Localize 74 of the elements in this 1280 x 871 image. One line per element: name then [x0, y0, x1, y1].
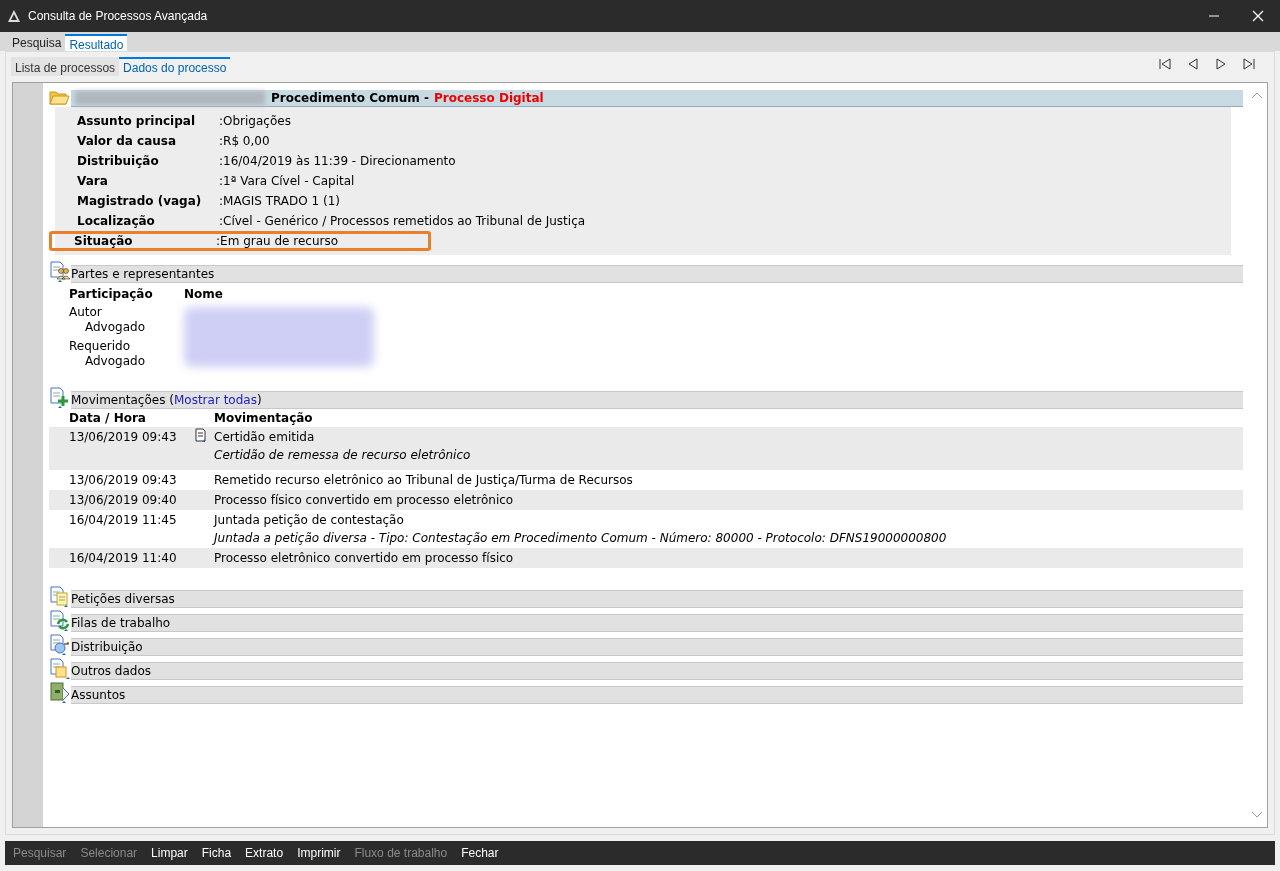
- date-cell-text: 13/06/2019 09:43: [69, 429, 178, 446]
- document-add-icon: [49, 387, 71, 409]
- tab[interactable]: Resultado: [65, 34, 128, 51]
- document-stack-icon: [49, 658, 71, 680]
- section-header[interactable]: Assuntos: [71, 686, 1243, 704]
- party-role: Advogado: [84, 354, 146, 369]
- footer-button[interactable]: Fechar: [461, 844, 499, 862]
- field-value: :16/04/2019 às 11:39 - Direcionamento: [219, 153, 456, 170]
- footer-button[interactable]: Limpar: [151, 844, 188, 862]
- field-value: :Cível - Genérico / Processos remetidos ao Tribunal de Justiça: [219, 213, 586, 230]
- date-cell-text: 16/04/2019 11:40: [69, 550, 178, 567]
- last-page-icon[interactable]: [1241, 56, 1257, 72]
- first-page-icon[interactable]: [1157, 56, 1173, 72]
- section-header[interactable]: Petições diversas: [71, 590, 1243, 608]
- app-logo-icon: [8, 10, 20, 22]
- section-header[interactable]: Filas de trabalho: [71, 614, 1243, 632]
- party-role: Autor: [69, 305, 103, 320]
- movement-text: Juntada petição de contestação: [214, 512, 405, 529]
- field-value: :1ª Vara Cível - Capital: [219, 173, 355, 190]
- section-header[interactable]: Partes e representantes: [71, 265, 1243, 283]
- folder-icon: [49, 89, 71, 107]
- field-label: Assunto principal: [77, 113, 196, 130]
- field-label: Distribuição: [77, 153, 160, 170]
- process-type: Processo Digital: [434, 89, 544, 107]
- section-header[interactable]: Distribuição: [71, 638, 1243, 656]
- movement-detail: Certidão de remessa de recurso eletrônico: [214, 447, 471, 464]
- party-role: Advogado: [84, 320, 146, 335]
- field-value: :R$ 0,00: [219, 133, 270, 150]
- section-title: Assuntos: [71, 687, 126, 704]
- section-title: Partes e representantes: [71, 266, 215, 283]
- movement-text: Processo físico convertido em processo eletrônico: [214, 492, 514, 509]
- column-header: Participação: [69, 286, 154, 303]
- people-icon: [49, 261, 71, 283]
- close-icon: [1252, 10, 1264, 22]
- field-value: :MAGIS TRADO 1 (1): [219, 193, 340, 210]
- section-title: Distribuição: [71, 639, 143, 656]
- tab[interactable]: Dados do processo: [119, 57, 231, 76]
- date-cell-text: 16/04/2019 11:45: [69, 512, 178, 529]
- movement-text: Remetido recurso eletrônico ao Tribunal de Justiça/Turma de Recursos: [214, 472, 633, 489]
- column-header: Movimentação: [214, 410, 313, 427]
- process-title: Procedimento Comum -: [271, 89, 429, 107]
- section-title: Filas de trabalho: [71, 615, 171, 632]
- section-header[interactable]: Outros dados: [71, 662, 1243, 680]
- movement-detail: Juntada a petição diversa - Tipo: Contestação em Procedimento Comum - Número: 80000 - Protocolo: DFNS19000000800: [214, 530, 947, 547]
- section-header[interactable]: Movimentações (Mostrar todas): [71, 391, 1243, 409]
- section-title: Movimentações (Mostrar todas): [71, 392, 262, 409]
- footer-button[interactable]: Extrato: [245, 844, 284, 862]
- book-icon: [49, 682, 71, 704]
- date-cell-text: 13/06/2019 09:43: [69, 472, 178, 489]
- field-label: Magistrado (vaga): [77, 193, 203, 210]
- column-header: Data / Hora: [69, 410, 147, 427]
- scroll-down-icon[interactable]: [1251, 811, 1263, 819]
- party-role: Requerido: [69, 339, 131, 354]
- footer-button[interactable]: Imprimir: [297, 844, 341, 862]
- field-label: Valor da causa: [77, 133, 178, 150]
- globe-document-icon: [49, 634, 71, 656]
- show-all-link[interactable]: Mostrar todas: [173, 393, 257, 407]
- movement-text: Processo eletrônico convertido em processo físico: [214, 550, 514, 567]
- footer-button[interactable]: Ficha: [201, 844, 232, 862]
- refresh-document-icon: [49, 610, 71, 632]
- field-label: Situação: [74, 233, 134, 250]
- documents-icon: [49, 586, 71, 608]
- window-title: Consulta de Processos Avançada: [28, 8, 208, 25]
- scroll-up-icon[interactable]: [1251, 91, 1263, 99]
- section-title: Outros dados: [71, 663, 151, 680]
- field-label: Localização: [77, 213, 156, 230]
- tab[interactable]: Lista de processos: [11, 57, 120, 76]
- field-value: :Em grau de recurso: [216, 233, 339, 250]
- field-value: :Obrigações: [219, 113, 291, 130]
- section-title: Petições diversas: [71, 591, 175, 608]
- date-cell-text: 13/06/2019 09:40: [69, 492, 178, 509]
- movement-text: Certidão emitida: [214, 429, 316, 446]
- column-header: Nome: [184, 286, 223, 303]
- field-label: Vara: [77, 173, 109, 190]
